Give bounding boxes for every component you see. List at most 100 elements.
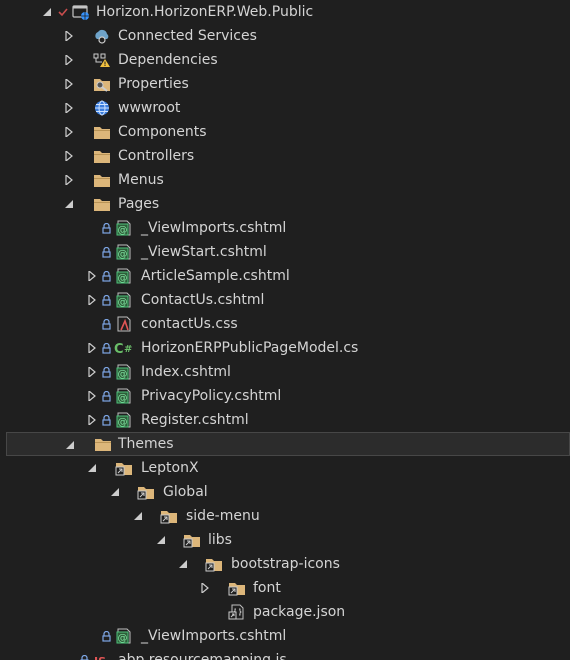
svg-text:#: # [124, 344, 132, 355]
collapsed-arrow-icon[interactable] [198, 576, 212, 600]
svg-text:@: @ [118, 297, 128, 308]
tree-row-bootstrap-icons[interactable]: bootstrap-icons [0, 552, 570, 576]
tree-row-controllers[interactable]: Controllers [0, 144, 570, 168]
lock-icon [100, 384, 112, 408]
collapsed-arrow-icon[interactable] [85, 360, 99, 384]
tree-item-label: Components [118, 124, 207, 140]
cshtml-file-icon: @ [115, 388, 133, 404]
tree-item-label: contactUs.css [141, 316, 238, 332]
svg-text:@: @ [118, 369, 128, 380]
tree-row-file[interactable]: @ PrivacyPolicy.cshtml [0, 384, 570, 408]
tree-row-pages[interactable]: Pages [0, 192, 570, 216]
tree-row-properties[interactable]: Properties [0, 72, 570, 96]
tree-item-label: bootstrap-icons [231, 556, 340, 572]
tree-row-font[interactable]: font [0, 576, 570, 600]
lock-icon [100, 216, 112, 240]
svg-text:C: C [114, 342, 124, 356]
tree-row-libs[interactable]: libs [0, 528, 570, 552]
csharp-file-icon: C # [114, 340, 136, 356]
linked-folder-icon [115, 460, 133, 476]
tree-row-file[interactable]: @ Index.cshtml [0, 360, 570, 384]
expanded-arrow-icon[interactable] [154, 528, 168, 552]
collapsed-arrow-icon[interactable] [85, 384, 99, 408]
tree-row-side-menu[interactable]: side-menu [0, 504, 570, 528]
tree-row-file[interactable]: @ Register.cshtml [0, 408, 570, 432]
collapsed-arrow-icon[interactable] [85, 288, 99, 312]
tree-row-dependencies[interactable]: Dependencies [0, 48, 570, 72]
tree-item-label: abp.resourcemapping.js [118, 652, 287, 660]
collapsed-arrow-icon[interactable] [62, 96, 76, 120]
git-check-icon [58, 0, 68, 24]
collapsed-arrow-icon[interactable] [62, 120, 76, 144]
collapsed-arrow-icon[interactable] [62, 48, 76, 72]
collapsed-arrow-icon[interactable] [85, 408, 99, 432]
tree-row-wwwroot[interactable]: wwwroot [0, 96, 570, 120]
tree-row-file[interactable]: package.json [0, 600, 570, 624]
tree-row-project[interactable]: Horizon.HorizonERP.Web.Public [0, 0, 570, 24]
tree-row-menus[interactable]: Menus [0, 168, 570, 192]
folder-icon [94, 436, 112, 452]
dependencies-warning-icon [93, 52, 111, 68]
tree-row-file[interactable]: @ ContactUs.cshtml [0, 288, 570, 312]
expanded-arrow-icon[interactable] [108, 480, 122, 504]
collapsed-arrow-icon[interactable] [62, 72, 76, 96]
tree-item-label: _ViewImports.cshtml [141, 628, 287, 644]
expanded-arrow-icon[interactable] [62, 192, 76, 216]
svg-text:@: @ [118, 393, 128, 404]
tree-row-file[interactable]: @ _ViewImports.cshtml [0, 216, 570, 240]
solution-explorer-tree: Horizon.HorizonERP.Web.Public Connected … [0, 0, 570, 660]
tree-row-file[interactable]: @ _ViewStart.cshtml [0, 240, 570, 264]
expanded-arrow-icon[interactable] [85, 456, 99, 480]
expanded-arrow-icon[interactable] [40, 0, 54, 24]
cshtml-file-icon: @ [115, 268, 133, 284]
tree-item-label: Menus [118, 172, 164, 188]
tree-row-connected-services[interactable]: Connected Services [0, 24, 570, 48]
tree-item-label: HorizonERPPublicPageModel.cs [141, 340, 359, 356]
tree-row-leptonx[interactable]: LeptonX [0, 456, 570, 480]
lock-icon [100, 240, 112, 264]
tree-item-label: font [253, 580, 281, 596]
cshtml-file-icon: @ [115, 364, 133, 380]
properties-folder-icon [93, 76, 111, 92]
collapsed-arrow-icon[interactable] [85, 336, 99, 360]
tree-row-file[interactable]: contactUs.css [0, 312, 570, 336]
collapsed-arrow-icon[interactable] [62, 24, 76, 48]
svg-text:@: @ [118, 417, 128, 428]
expanded-arrow-icon[interactable] [131, 504, 145, 528]
expanded-arrow-icon[interactable] [63, 433, 77, 457]
tree-item-label: PrivacyPolicy.cshtml [141, 388, 282, 404]
connected-services-icon [93, 28, 111, 44]
lock-icon [100, 264, 112, 288]
linked-folder-icon [205, 556, 223, 572]
tree-row-global[interactable]: Global [0, 480, 570, 504]
tree-item-label: libs [208, 532, 232, 548]
linked-folder-icon [228, 580, 246, 596]
collapsed-arrow-icon[interactable] [62, 168, 76, 192]
tree-row-themes[interactable]: Themes [6, 432, 570, 456]
collapsed-arrow-icon[interactable] [62, 144, 76, 168]
lock-icon [100, 360, 112, 384]
tree-row-file[interactable]: @ ArticleSample.cshtml [0, 264, 570, 288]
tree-row-file[interactable]: @ _ViewImports.cshtml [0, 624, 570, 648]
lock-icon [100, 408, 112, 432]
collapsed-arrow-icon[interactable] [85, 264, 99, 288]
tree-row-components[interactable]: Components [0, 120, 570, 144]
tree-item-label: LeptonX [141, 460, 199, 476]
linked-folder-icon [137, 484, 155, 500]
lock-icon [100, 312, 112, 336]
tree-row-file[interactable]: JS abp.resourcemapping.js [0, 648, 570, 660]
tree-row-file[interactable]: C # HorizonERPPublicPageModel.cs [0, 336, 570, 360]
folder-icon [93, 172, 111, 188]
tree-item-label: Pages [118, 196, 160, 212]
expanded-arrow-icon[interactable] [176, 552, 190, 576]
tree-item-label: Register.cshtml [141, 412, 249, 428]
svg-text:@: @ [118, 273, 128, 284]
cshtml-file-icon: @ [115, 244, 133, 260]
js-file-icon: JS [93, 652, 111, 660]
lock-icon [78, 648, 90, 660]
tree-item-label: wwwroot [118, 100, 181, 116]
tree-item-label: Dependencies [118, 52, 218, 68]
tree-item-label: side-menu [186, 508, 260, 524]
tree-item-label: _ViewImports.cshtml [141, 220, 287, 236]
folder-icon [93, 148, 111, 164]
